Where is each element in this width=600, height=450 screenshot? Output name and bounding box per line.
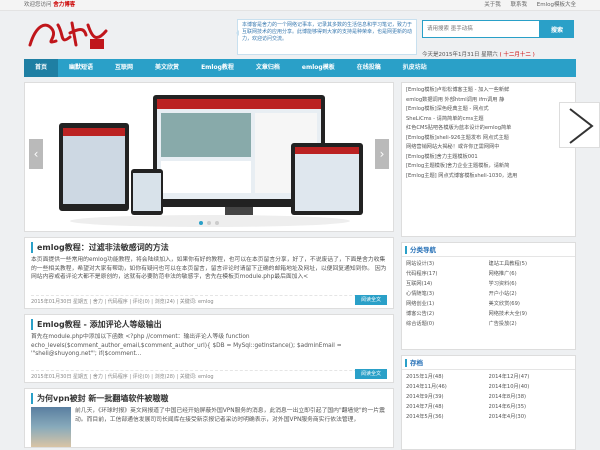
- list-item[interactable]: 互联网(14): [406, 279, 489, 289]
- list-item[interactable]: emlog数据调用 外部html调用 ifm调用 静: [402, 96, 575, 106]
- search-input[interactable]: [422, 20, 540, 38]
- categories-title: 分类导航: [402, 243, 575, 257]
- nav-emlog-tutorial[interactable]: Emlog教程: [190, 59, 245, 77]
- categories-list: 网站设计(3) 建站工具教程(5) 代码程序(17) 网络推广(6) 互联网(1…: [402, 257, 575, 331]
- list-item[interactable]: [Emlog模板]卢松松博客主题 - 加入一些新鲜: [402, 86, 575, 96]
- nav-home[interactable]: 首页: [24, 59, 59, 77]
- list-item[interactable]: 2014年8月(38): [489, 392, 572, 402]
- top-links: 关于我 联系我 Emlog模板大全: [476, 0, 576, 11]
- post-excerpt: 本页面提供一些常用的emlog功能教程，将会陆续加入，如果你有好的教程，也可以在…: [31, 257, 387, 281]
- list-item[interactable]: 博客公告(2): [406, 309, 489, 319]
- search-box: 搜索: [422, 20, 574, 38]
- slider-dot[interactable]: [199, 221, 203, 225]
- nav-sites[interactable]: 扒皮坊站: [392, 59, 438, 77]
- categories-widget: 分类导航 网站设计(3) 建站工具教程(5) 代码程序(17) 网络推广(6) …: [401, 242, 576, 350]
- post-title[interactable]: Emlog教程 - 添加评论人等级输出: [31, 319, 387, 330]
- templates-link[interactable]: Emlog模板大全: [537, 2, 576, 8]
- post-item: Emlog教程 - 添加评论人等级输出 首先在module.php中添加以下函数…: [24, 314, 394, 383]
- list-item[interactable]: 红色CMS贴吧各模版为蓝本设计的emlog简单: [402, 124, 575, 134]
- archive-list: 2015年1月(48) 2014年12月(47) 2014年11月(46) 20…: [402, 370, 575, 424]
- top-bar: 欢迎您访问 舍力博客 关于我 联系我 Emlog模板大全: [0, 0, 600, 11]
- site-notice: 本博客是舍力的一个网络记事本，记录其多数的生活信息和学习笔记，致力于互联网技术的…: [236, 19, 417, 55]
- list-item[interactable]: 网络创业(1): [406, 299, 489, 309]
- side-next-button[interactable]: [559, 102, 600, 148]
- list-item[interactable]: 学习资料(6): [489, 279, 572, 289]
- post-excerpt: 前几天，《环球时报》英文网报道了中国已经开始屏蔽外国VPN服务的消息，此消息一出…: [75, 408, 385, 423]
- archive-title: 存档: [402, 356, 575, 370]
- post-title[interactable]: 为何vpn被封 新一批翻墙软件被嗷嗷: [31, 393, 387, 404]
- list-item[interactable]: [Emlog主题模板]舍力企业主题模板，请新简: [402, 162, 575, 172]
- list-item[interactable]: 网络技术大全(9): [489, 309, 572, 319]
- post-title[interactable]: emlog教程：过滤非法敏感词的方法: [31, 242, 387, 253]
- lunar-date: ( 十二月十二 ): [499, 52, 535, 58]
- list-item[interactable]: 开户小站(2): [489, 289, 572, 299]
- post-meta: 2015年01月30日 星期五 | 舍力 | 代码程序 | 评论(0) | 浏览…: [31, 370, 387, 380]
- header: 本博客是舍力的一个网络记事本，记录其多数的生活信息和学习笔记，致力于互联网技术的…: [24, 11, 576, 59]
- list-item[interactable]: 心情随笔(3): [406, 289, 489, 299]
- list-item[interactable]: 2014年11月(46): [406, 382, 489, 392]
- nav-emlog-templates[interactable]: emlog模板: [291, 59, 346, 77]
- slider-dots: [25, 220, 393, 227]
- list-item[interactable]: 网络推广(6): [489, 269, 572, 279]
- chevron-right-icon: [569, 108, 594, 144]
- slider-dot[interactable]: [207, 221, 211, 225]
- sidebar: [Emlog模板]卢松松博客主题 - 加入一些新鲜 emlog数据调用 外部ht…: [401, 82, 576, 450]
- post-excerpt: 首先在module.php中添加以下函数 <?php //comment：输出评…: [31, 334, 342, 358]
- post-item: emlog教程：过滤非法敏感词的方法 本页面提供一些常用的emlog功能教程，将…: [24, 237, 394, 309]
- welcome-text: 欢迎您访问: [24, 2, 52, 8]
- list-item[interactable]: 综合话题(0): [406, 319, 489, 329]
- nav-submit[interactable]: 在线投稿: [346, 59, 392, 77]
- read-more-button[interactable]: 阅读全文: [354, 295, 387, 305]
- list-item[interactable]: [Emlog主题] 网点式博客模板sheli-1030，选用: [402, 172, 575, 182]
- slider-prev-button[interactable]: ‹: [29, 139, 43, 169]
- read-more-button[interactable]: 阅读全文: [354, 369, 387, 379]
- list-item[interactable]: 2014年5月(36): [406, 412, 489, 422]
- nav-essays[interactable]: 美文欣赏: [144, 59, 190, 77]
- archive-widget: 存档 2015年1月(48) 2014年12月(47) 2014年11月(46)…: [401, 355, 576, 450]
- nav-archive[interactable]: 文章归档: [245, 59, 291, 77]
- list-item[interactable]: 2014年9月(39): [406, 392, 489, 402]
- list-item[interactable]: [Emlog模板]舍力主题模板001: [402, 153, 575, 163]
- list-item[interactable]: 2014年12月(47): [489, 372, 572, 382]
- post-meta: 2015年01月30日 星期五 | 舍力 | 代码程序 | 评论(0) | 浏览…: [31, 295, 387, 305]
- post-item: 为何vpn被封 新一批翻墙软件被嗷嗷 前几天，《环球时报》英文网报道了中国已经开…: [24, 388, 394, 448]
- list-item[interactable]: 建站工具教程(5): [489, 259, 572, 269]
- list-item[interactable]: 美文欣赏(69): [489, 299, 572, 309]
- list-item[interactable]: 网络营销网站大揭秘！或许你正需网网中: [402, 143, 575, 153]
- list-item[interactable]: 代码程序(17): [406, 269, 489, 279]
- hot-posts-list: [Emlog模板]卢松松博客主题 - 加入一些新鲜 emlog数据调用 外部ht…: [402, 83, 575, 181]
- list-item[interactable]: [Emlog模板]深色经典主题 - 网点式: [402, 105, 575, 115]
- slider-dot[interactable]: [215, 221, 219, 225]
- list-item[interactable]: 2015年1月(48): [406, 372, 489, 382]
- nav-internet[interactable]: 互联网: [104, 59, 144, 77]
- list-item[interactable]: [Emlog模板]sheli-926主题发布 网点式主题: [402, 134, 575, 144]
- site-logo[interactable]: [26, 15, 110, 53]
- date-text: 今天是2015年1月31日 星期六: [422, 52, 498, 58]
- about-link[interactable]: 关于我: [484, 2, 501, 8]
- post-thumbnail[interactable]: [31, 407, 71, 447]
- search-button[interactable]: 搜索: [540, 20, 574, 38]
- nav-jokes[interactable]: 幽默短语: [58, 59, 104, 77]
- slider-devices-illustration: [25, 83, 393, 231]
- left-column: ‹ › emlog教程：过滤非法敏感词的方法 本页面提供一些常用的emlog功能…: [24, 82, 394, 448]
- date-display: 今天是2015年1月31日 星期六 ( 十二月十二 ): [422, 50, 535, 58]
- site-name-link[interactable]: 舍力博客: [53, 2, 75, 8]
- hot-posts-widget: [Emlog模板]卢松松博客主题 - 加入一些新鲜 emlog数据调用 外部ht…: [401, 82, 576, 237]
- list-item[interactable]: 2014年4月(30): [489, 412, 572, 422]
- list-item[interactable]: 广告投放(2): [489, 319, 572, 329]
- list-item[interactable]: SheLiCms - 请简简单的cms主题: [402, 115, 575, 125]
- contact-link[interactable]: 联系我: [511, 2, 528, 8]
- list-item[interactable]: 2014年7月(48): [406, 402, 489, 412]
- main-nav: 首页 幽默短语 互联网 美文欣赏 Emlog教程 文章归档 emlog模板 在线…: [24, 59, 576, 77]
- slider-next-button[interactable]: ›: [375, 139, 389, 169]
- list-item[interactable]: 2014年10月(40): [489, 382, 572, 392]
- list-item[interactable]: 网站设计(3): [406, 259, 489, 269]
- list-item[interactable]: 2014年6月(35): [489, 402, 572, 412]
- image-slider[interactable]: ‹ ›: [24, 82, 394, 232]
